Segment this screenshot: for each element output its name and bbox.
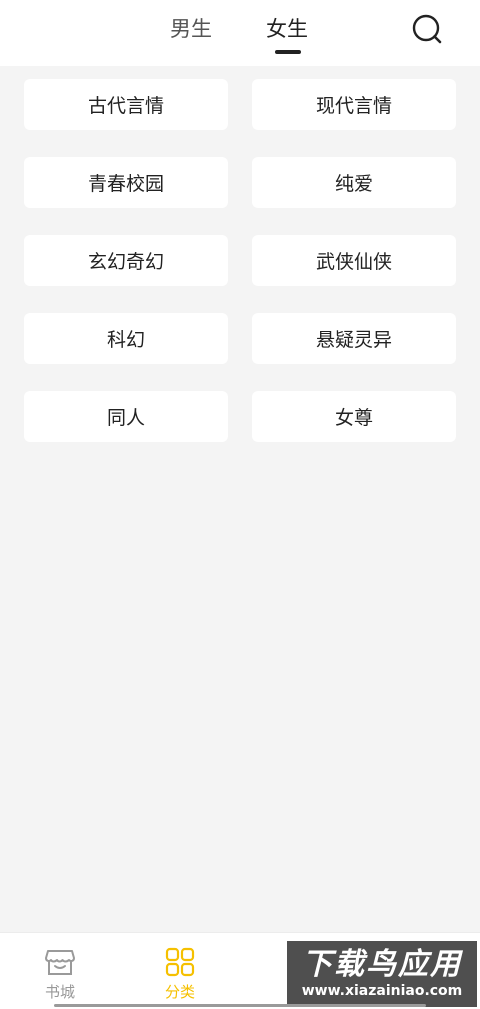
category-fan-fiction[interactable]: 同人 bbox=[24, 391, 228, 442]
category-female-dominant[interactable]: 女尊 bbox=[252, 391, 456, 442]
nav-bookstore-label: 书城 bbox=[44, 983, 75, 1001]
nav-bookstore[interactable]: 书城 bbox=[0, 933, 120, 1009]
category-grid-icon bbox=[165, 947, 195, 977]
bookstore-icon bbox=[45, 950, 75, 975]
category-modern-romance[interactable]: 现代言情 bbox=[252, 79, 456, 130]
category-pure-love[interactable]: 纯爱 bbox=[252, 157, 456, 208]
category-grid: 古代言情 现代言情 青春校园 纯爱 玄幻奇幻 武侠仙侠 科幻 悬疑灵异 同人 女… bbox=[24, 79, 456, 442]
watermark-url: www.xiazainiao.com bbox=[301, 983, 463, 999]
category-ancient-romance[interactable]: 古代言情 bbox=[24, 79, 228, 130]
top-header: 男生 女生 bbox=[0, 0, 480, 66]
category-wuxia-xianxia[interactable]: 武侠仙侠 bbox=[252, 235, 456, 286]
app-screen: 男生 女生 古代言情 现代言情 青春校园 纯爱 玄幻奇幻 武侠仙侠 科幻 悬疑灵… bbox=[0, 0, 480, 1009]
watermark-logo: 下载鸟应用 www.xiazainiao.com bbox=[287, 941, 477, 1007]
category-campus[interactable]: 青春校园 bbox=[24, 157, 228, 208]
nav-category-label: 分类 bbox=[164, 983, 195, 1001]
tab-male[interactable]: 男生 bbox=[170, 14, 212, 44]
home-indicator bbox=[54, 1004, 426, 1007]
search-icon bbox=[412, 14, 442, 44]
category-fantasy[interactable]: 玄幻奇幻 bbox=[24, 235, 228, 286]
tab-female[interactable]: 女生 bbox=[266, 14, 308, 44]
category-mystery[interactable]: 悬疑灵异 bbox=[252, 313, 456, 364]
watermark-title: 下载鸟应用 bbox=[302, 947, 462, 982]
nav-category[interactable]: 分类 bbox=[120, 933, 240, 1009]
active-tab-indicator bbox=[275, 50, 301, 54]
category-scifi[interactable]: 科幻 bbox=[24, 313, 228, 364]
search-button[interactable] bbox=[410, 12, 444, 46]
